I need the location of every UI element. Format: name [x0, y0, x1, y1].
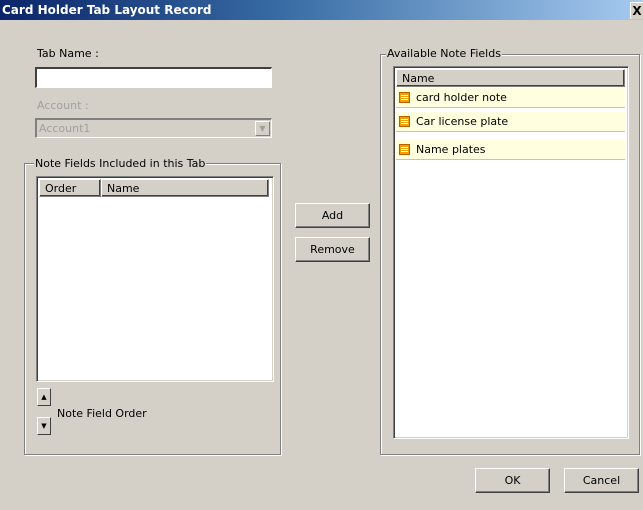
- move-up-button[interactable]: ▲: [37, 388, 51, 406]
- move-down-button[interactable]: ▼: [37, 417, 51, 435]
- list-item[interactable]: card holder note: [396, 88, 625, 108]
- cancel-button[interactable]: Cancel: [564, 468, 639, 493]
- tab-name-input[interactable]: [35, 67, 272, 88]
- arrow-up-icon: ▲: [41, 393, 47, 401]
- arrow-down-icon: ▼: [41, 422, 47, 430]
- column-header-name[interactable]: Name: [396, 69, 625, 87]
- account-label: Account :: [37, 99, 89, 112]
- note-field-icon: [399, 144, 410, 155]
- note-field-icon: [399, 92, 410, 103]
- available-fields-list[interactable]: Name card holder note Car license plate …: [393, 66, 629, 439]
- note-field-icon: [399, 116, 410, 127]
- list-item-label: card holder note: [416, 91, 507, 104]
- account-value: Account1: [39, 122, 91, 135]
- column-header-order[interactable]: Order: [39, 179, 101, 197]
- list-item-label: Name plates: [416, 143, 486, 156]
- list-item-label: Car license plate: [416, 115, 509, 128]
- ok-button[interactable]: OK: [475, 468, 550, 493]
- remove-button[interactable]: Remove: [295, 237, 370, 262]
- chevron-down-icon[interactable]: ▼: [255, 121, 270, 136]
- included-fields-list[interactable]: Order Name: [36, 176, 274, 382]
- column-header-name[interactable]: Name: [101, 179, 269, 197]
- close-button[interactable]: X: [630, 2, 643, 19]
- add-button[interactable]: Add: [295, 203, 370, 228]
- list-item[interactable]: Name plates: [396, 140, 625, 160]
- title-bar: Card Holder Tab Layout Record X: [0, 0, 643, 20]
- included-fields-title: Note Fields Included in this Tab: [34, 157, 207, 170]
- tab-name-label: Tab Name :: [37, 47, 99, 60]
- available-fields-title: Available Note Fields: [386, 47, 502, 60]
- account-select[interactable]: Account1 ▼: [35, 118, 272, 138]
- window-title: Card Holder Tab Layout Record: [2, 3, 212, 17]
- note-field-order-label: Note Field Order: [57, 407, 147, 420]
- list-item[interactable]: Car license plate: [396, 112, 625, 132]
